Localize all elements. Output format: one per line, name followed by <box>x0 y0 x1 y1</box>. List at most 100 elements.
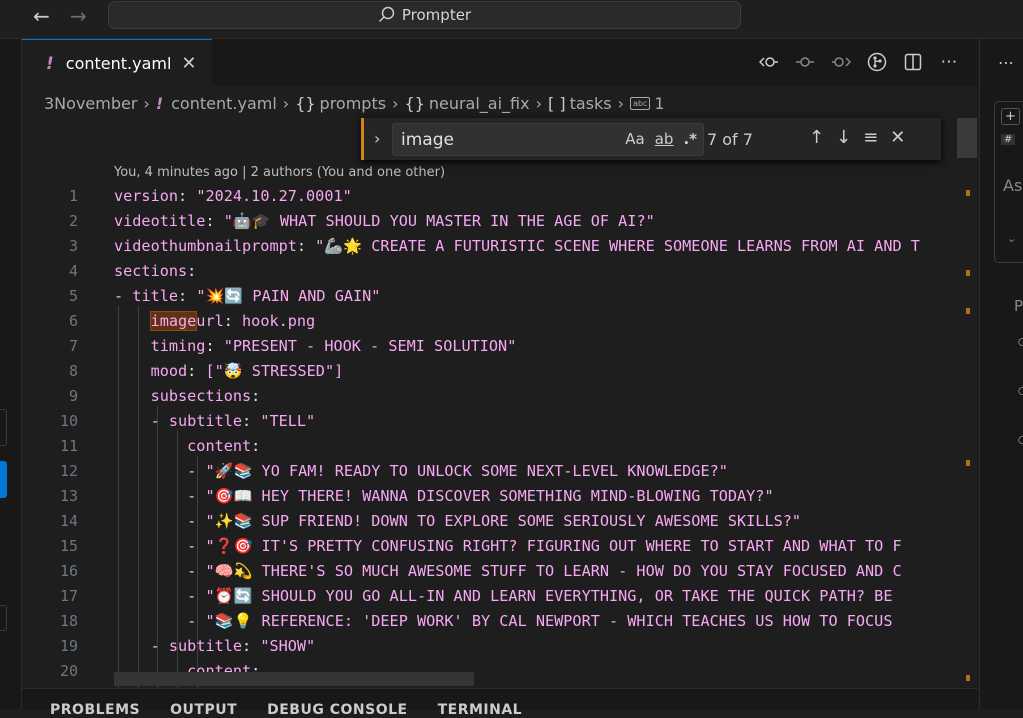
tab-content-yaml[interactable]: ! content.yaml ✕ <box>22 39 212 87</box>
yaml-value: "🧠💫 THERE'S SO MUCH AWESOME STUFF TO LEA… <box>205 562 902 580</box>
tab-problems[interactable]: PROBLEMS <box>50 702 140 718</box>
bottom-panel: PROBLEMS OUTPUT DEBUG CONSOLE TERMINAL <box>22 688 978 718</box>
code-line[interactable]: version: "2024.10.27.0001" <box>114 184 977 209</box>
more-actions-icon[interactable]: ⋯ <box>998 53 1014 72</box>
yaml-key: url <box>196 312 224 330</box>
yaml-colon: : <box>251 387 261 405</box>
comment-icon[interactable]: 🗨 <box>1016 385 1023 399</box>
toggle-replace-icon[interactable]: › <box>374 129 380 148</box>
yaml-colon: : <box>242 637 261 655</box>
title-bar: ← → Prompter <box>0 0 1023 39</box>
code-line[interactable]: subsections: <box>114 384 977 409</box>
sidebar-fragment-active <box>0 461 7 498</box>
yaml-colon: : <box>178 287 197 305</box>
commit-icon[interactable] <box>794 51 816 73</box>
close-icon[interactable]: ✕ <box>181 53 196 74</box>
yaml-key: subtitle <box>168 412 243 430</box>
next-match-icon[interactable]: ↓ <box>836 127 851 148</box>
code-line[interactable]: - subtitle: "SHOW" <box>114 634 977 659</box>
code-line[interactable]: - "❓🎯 IT'S PRETTY CONFUSING RIGHT? FIGUR… <box>114 534 977 559</box>
code-line[interactable]: videothumbnailprompt: "🦾🌟 CREATE A FUTUR… <box>114 234 977 259</box>
breadcrumb-folder[interactable]: 3November <box>44 94 137 113</box>
code-line[interactable]: - "⏰🔄 SHOULD YOU GO ALL-IN AND LEARN EVE… <box>114 584 977 609</box>
code-line[interactable]: - subtitle: "TELL" <box>114 409 977 434</box>
line-number: 15 <box>59 537 78 555</box>
yaml-colon: : <box>205 337 224 355</box>
yaml-key: title <box>132 287 179 305</box>
line-number: 6 <box>68 312 78 330</box>
breadcrumb-prompts[interactable]: prompts <box>320 94 387 113</box>
yaml-key: timing <box>150 337 206 355</box>
line-number: 7 <box>68 337 78 355</box>
breadcrumb-tasks[interactable]: tasks <box>570 94 612 113</box>
tab-terminal[interactable]: TERMINAL <box>438 702 523 718</box>
code-editor[interactable]: version: "2024.10.27.0001" videotitle: "🤖… <box>114 184 977 684</box>
command-center-search[interactable]: Prompter <box>108 1 741 29</box>
line-number: 2 <box>68 212 78 230</box>
breadcrumb-file[interactable]: content.yaml <box>171 94 277 113</box>
chevron-right-icon: › <box>535 93 542 113</box>
close-icon[interactable]: ✕ <box>890 127 905 148</box>
yaml-key: content <box>187 437 252 455</box>
git-blame-annotation[interactable]: You, 4 minutes ago | 2 authors (You and … <box>114 165 445 180</box>
code-line[interactable]: content: <box>114 434 977 459</box>
code-line[interactable]: imageurl: hook.png <box>114 309 977 334</box>
sidebar-fragment <box>0 605 7 631</box>
find-input[interactable]: image Aa ab .* <box>392 123 704 156</box>
sidebar-fragment <box>0 409 7 446</box>
go-back-change-icon[interactable] <box>758 51 780 73</box>
find-in-selection-icon[interactable]: ≡ <box>863 127 878 148</box>
array-symbol-icon: [ ] <box>548 93 566 113</box>
comment-icon[interactable]: 🗨 <box>1016 434 1023 448</box>
line-number: 1 <box>68 187 78 205</box>
panel-tabs: PROBLEMS OUTPUT DEBUG CONSOLE TERMINAL <box>50 702 522 718</box>
yaml-file-icon: ! <box>155 93 164 113</box>
code-line[interactable]: - "📚💡 REFERENCE: 'DEEP WORK' BY CAL NEWP… <box>114 609 977 634</box>
source-control-graph-icon[interactable] <box>866 51 888 73</box>
match-marker <box>966 460 970 466</box>
tab-output[interactable]: OUTPUT <box>170 702 237 718</box>
scrollbar-thumb[interactable] <box>957 118 977 158</box>
breadcrumb-neural-ai-fix[interactable]: neural_ai_fix <box>429 94 530 113</box>
code-line[interactable]: - "🚀📚 YO FAM! READY TO UNLOCK SOME NEXT-… <box>114 459 977 484</box>
yaml-key: subtitle <box>168 637 243 655</box>
yaml-file-icon: ! <box>46 53 54 74</box>
find-actions: ↑ ↓ ≡ ✕ <box>809 127 905 148</box>
previous-match-icon[interactable]: ↑ <box>809 127 824 148</box>
yaml-key: subsections <box>150 387 252 405</box>
breadcrumb-item-1[interactable]: 1 <box>654 94 664 113</box>
yaml-colon: : <box>251 437 261 455</box>
search-icon <box>378 6 395 23</box>
comment-icon[interactable]: 🗨 <box>1016 336 1023 350</box>
yaml-value: "📚💡 REFERENCE: 'DEEP WORK' BY CAL NEWPOR… <box>205 612 893 630</box>
chat-input-box[interactable]: + # As ⌄ <box>994 101 1023 263</box>
line-number: 14 <box>59 512 78 530</box>
add-icon[interactable]: + <box>1001 108 1020 125</box>
code-line[interactable]: timing: "PRESENT - HOOK - SEMI SOLUTION" <box>114 334 977 359</box>
horizontal-scrollbar[interactable] <box>114 672 474 686</box>
yaml-colon: : <box>296 237 316 255</box>
back-arrow-icon[interactable]: ← <box>33 4 50 28</box>
yaml-colon: : <box>205 212 224 230</box>
code-line[interactable]: - "🎯📖 HEY THERE! WANNA DISCOVER SOMETHIN… <box>114 484 977 509</box>
forward-arrow-icon[interactable]: → <box>70 4 87 28</box>
code-line[interactable]: videotitle: "🤖🎓 WHAT SHOULD YOU MASTER I… <box>114 209 977 234</box>
code-line[interactable]: - "🧠💫 THERE'S SO MUCH AWESOME STUFF TO L… <box>114 559 977 584</box>
match-case-icon[interactable]: Aa <box>625 130 644 148</box>
go-forward-change-icon[interactable] <box>830 51 852 73</box>
code-line[interactable]: - title: "💥🔄 PAIN AND GAIN" <box>114 284 977 309</box>
line-number-gutter: 1 2 3 4 5 6 7 8 9 10 11 12 13 14 15 16 17 18 19 20 <box>40 184 78 684</box>
code-line[interactable]: - "✨📚 SUP FRIEND! DOWN TO EXPLORE SOME S… <box>114 509 977 534</box>
line-number: 16 <box>59 562 78 580</box>
regex-icon[interactable]: .* <box>683 130 697 148</box>
tab-debug-console[interactable]: DEBUG CONSOLE <box>267 702 407 718</box>
chevron-down-icon[interactable]: ⌄ <box>1007 232 1016 245</box>
split-editor-icon[interactable] <box>902 51 924 73</box>
code-line[interactable]: sections: <box>114 259 977 284</box>
whole-word-icon[interactable]: ab <box>655 130 674 148</box>
more-actions-icon[interactable]: ⋯ <box>938 51 960 73</box>
chevron-right-icon: › <box>617 93 624 113</box>
command-center-label: Prompter <box>401 6 472 24</box>
code-line[interactable]: mood: ["🤯 STRESSED"] <box>114 359 977 384</box>
overview-ruler[interactable] <box>956 115 978 685</box>
